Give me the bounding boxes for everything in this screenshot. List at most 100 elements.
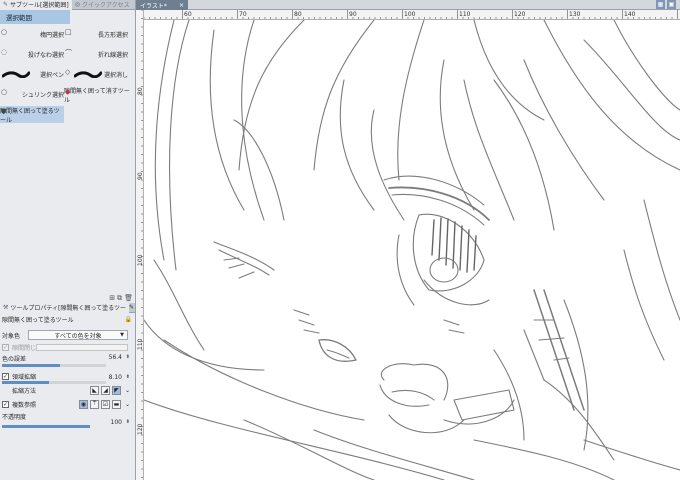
stepper-icon[interactable]: ⬍ (126, 374, 130, 380)
document-tab[interactable]: イラスト* × (136, 0, 188, 10)
subtool-rect-select[interactable]: □ 長方形選択 (64, 26, 130, 43)
subtool-label: 折れ線選択 (97, 52, 128, 59)
sketch-canvas[interactable] (144, 20, 680, 480)
subtool-selection-pen[interactable]: 選択ペン (0, 66, 66, 83)
opacity-label: 不透明度 (2, 414, 27, 421)
ruler-label: 110 (137, 338, 144, 350)
bucket-icon: ⛊ (1, 108, 7, 116)
area-scaling-label: 領域拡縮 (12, 373, 37, 381)
ruler-label: 100 (137, 254, 144, 266)
chevron-down-icon[interactable]: ⌄ (123, 400, 132, 409)
eraser-icon: ◇ (65, 68, 71, 76)
document-tab-label: イラスト* (140, 2, 167, 10)
subtool-label: シュリンク選択 (21, 92, 64, 99)
ruler-label: 130 (569, 11, 581, 18)
opacity-value[interactable]: 100 (111, 419, 122, 426)
stepper-icon[interactable]: ⬍ (126, 419, 130, 425)
subtool-shrink-select[interactable]: ○ シュリンク選択 (0, 86, 66, 103)
ruler-label: 70 (239, 11, 247, 18)
subtool-label: 投げなわ選択 (27, 52, 64, 59)
ruler-label: 60 (184, 11, 192, 18)
gap-close-label: 隙間閉じ (12, 344, 37, 352)
opacity-row: 不透明度 100 ⬍ (0, 411, 135, 429)
scaling-method-buttons: ◣ ◢ ◤ ⌄ (90, 385, 132, 395)
reference-icon[interactable]: ⍑ (90, 399, 99, 409)
color-tolerance-value[interactable]: 56.4 (109, 354, 122, 361)
scale-darkest-icon[interactable]: ◤ (112, 385, 121, 395)
subtool-polyline-select[interactable]: ⌒ 折れ線選択 (64, 46, 130, 63)
multi-ref-row: ✓ 複数参照 ◉ ⍑ ☑ ▬ ⌄ (0, 397, 135, 411)
multi-ref-buttons: ◉ ⍑ ☑ ▬ ⌄ (79, 399, 132, 409)
tab-label: サブツール[選択範囲] (10, 2, 69, 9)
folder-icon[interactable]: ▬ (112, 399, 121, 409)
gap-close-row: ✓ 隙間閉じ (0, 341, 135, 353)
checklist-icon[interactable]: ☑ (101, 399, 110, 409)
close-icon[interactable]: × (179, 2, 184, 9)
ruler-label: 110 (459, 11, 471, 18)
subtool-ellipse-select[interactable]: ○ 楕円選択 (0, 26, 66, 43)
grid-icon[interactable]: ▦ (656, 0, 665, 9)
subtool-close-gap-fill[interactable]: ⛊ 隙間無く囲って塗るツール (0, 106, 64, 124)
canvas-area: イラスト* × ▦ ▣ 60 70 80 90 100 110 120 130 … (136, 0, 680, 480)
scale-round-icon[interactable]: ◢ (101, 385, 110, 395)
circle-icon: ○ (1, 28, 8, 36)
multi-ref-label: 複数参照 (12, 401, 37, 409)
ruler-label: 120 (514, 11, 526, 18)
multi-ref-checkbox[interactable]: ✓ (2, 400, 9, 408)
subtool-label: 隙間無く囲って塗るツール (0, 107, 60, 124)
subtool-close-gap-erase[interactable]: ◆ 隙間無く囲って消すツール (64, 86, 134, 104)
view-buttons: ▦ ▣ (656, 0, 676, 9)
ruler-label: 80 (294, 11, 302, 18)
area-scaling-value[interactable]: 8.10 (109, 374, 122, 381)
brush-stroke-icon (2, 71, 30, 78)
brush-stroke-icon (74, 71, 102, 78)
ruler-label: 90 (349, 11, 357, 18)
tab-subtool-selection[interactable]: ✎ サブツール[選択範囲] (0, 0, 72, 10)
tab-tool-property[interactable]: ⚒ ツールプロパティ[隙間無く囲って塗るツー (0, 302, 129, 313)
eraser-icon: ◆ (65, 88, 71, 96)
target-color-value: すべての色を対象 (54, 332, 102, 340)
subtool-label: 選択消し (103, 72, 128, 79)
ruler-label: 100 (404, 11, 416, 18)
subtool-tabstrip: ✎ サブツール[選択範囲] ◎ クイックアクセス (0, 0, 135, 10)
ruler-ticks (141, 10, 143, 478)
tab-label: ツールプロパティ[隙間無く囲って塗るツー (10, 305, 126, 312)
lock-icon[interactable]: 🔒 (125, 316, 132, 323)
scaling-method-row: 拡縮方法 ◣ ◢ ◤ ⌄ (0, 383, 135, 397)
chevron-down-icon: ▼ (120, 332, 124, 338)
window-icon[interactable]: ▣ (667, 0, 676, 9)
subtool-label: 楕円選択 (39, 32, 64, 39)
color-tolerance-label: 色の誤差 (2, 356, 27, 363)
area-scaling-row: ✓ 領域拡縮 8.10 ⬍ (0, 369, 135, 384)
quick-icon: ◎ (74, 1, 80, 8)
scale-square-icon[interactable]: ◣ (90, 385, 99, 395)
document-tabs: イラスト* × ▦ ▣ (136, 0, 680, 10)
tab-quick-access[interactable]: ◎ クイックアクセス (72, 0, 133, 10)
gap-close-checkbox[interactable]: ✓ (2, 343, 9, 351)
opacity-slider[interactable] (2, 425, 90, 428)
subtool-label: 隙間無く囲って消すツール (64, 87, 130, 104)
edit-icon[interactable]: ✎ (129, 304, 134, 311)
target-color-dropdown[interactable]: すべての色を対象 ▼ (28, 330, 128, 340)
stepper-icon[interactable]: ⬍ (126, 354, 130, 360)
tool-property-tabstrip: ⚒ ツールプロパティ[隙間無く囲って塗るツー ✎ (0, 302, 135, 313)
subtool-grid: ○ 楕円選択 □ 長方形選択 ◌ 投げなわ選択 ⌒ 折れ線選択 選択ペン ◇ 選… (0, 24, 135, 124)
subtool-label: 選択ペン (39, 72, 64, 79)
color-tolerance-slider[interactable] (2, 364, 61, 367)
target-color-row: 対象色 すべての色を対象 ▼ (0, 329, 135, 341)
horizontal-ruler: 60 70 80 90 100 110 120 130 140 (144, 10, 680, 20)
ruler-label: 90 (137, 172, 144, 180)
ruler-label: 80 (137, 87, 144, 95)
subtool-lasso-select[interactable]: ◌ 投げなわ選択 (0, 46, 66, 63)
subtool-selection-erase[interactable]: ◇ 選択消し (64, 66, 130, 83)
polyline-icon: ⌒ (65, 49, 72, 57)
scaling-method-label: 拡縮方法 (12, 387, 37, 395)
chevron-down-icon[interactable]: ⌄ (123, 386, 132, 395)
square-icon: □ (65, 28, 72, 36)
target-color-label: 対象色 (2, 332, 21, 340)
tool-name: 隙間無く囲って塗るツール (2, 316, 74, 324)
area-scaling-checkbox[interactable]: ✓ (2, 372, 9, 380)
layers-icon[interactable]: ◉ (79, 399, 88, 409)
subtool-group-header[interactable]: 選択範囲 (0, 10, 70, 24)
lasso-icon: ◌ (1, 48, 8, 56)
